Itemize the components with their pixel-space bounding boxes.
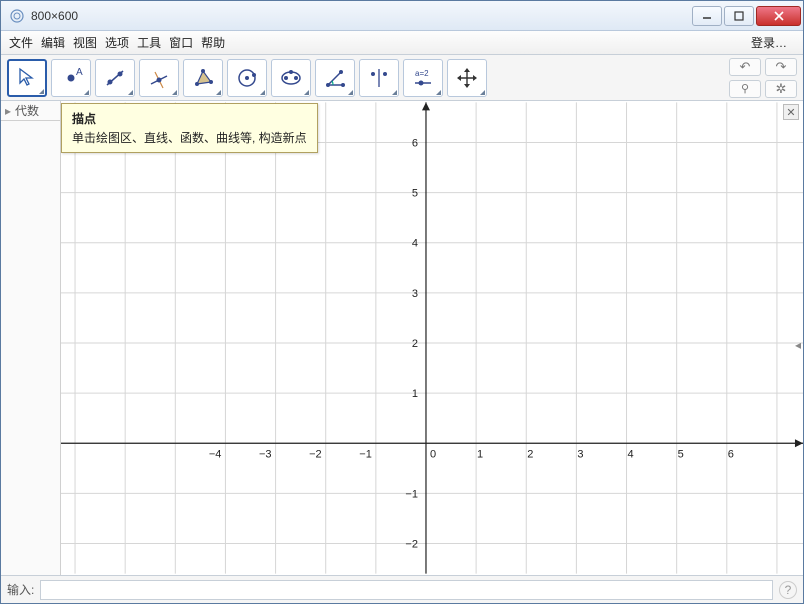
svg-text:A: A <box>76 67 83 78</box>
svg-text:−2: −2 <box>309 448 322 460</box>
maximize-button[interactable] <box>724 6 754 26</box>
svg-text:a=2: a=2 <box>415 69 429 78</box>
tool-slider[interactable]: a=2 <box>403 59 443 97</box>
right-expand-handle[interactable]: ◂ <box>795 338 803 352</box>
menu-help[interactable]: 帮助 <box>201 34 225 51</box>
menu-options[interactable]: 选项 <box>105 34 129 51</box>
svg-text:6: 6 <box>412 137 418 149</box>
svg-text:−3: −3 <box>259 448 272 460</box>
menu-login[interactable]: 登录… <box>751 34 787 51</box>
svg-text:0: 0 <box>430 448 436 460</box>
svg-text:1: 1 <box>477 448 483 460</box>
tool-perpendicular[interactable] <box>139 59 179 97</box>
svg-text:6: 6 <box>728 448 734 460</box>
svg-text:−1: −1 <box>405 488 418 500</box>
svg-text:−1: −1 <box>359 448 372 460</box>
tool-ellipse[interactable] <box>271 59 311 97</box>
app-icon <box>9 8 25 24</box>
minimize-button[interactable] <box>692 6 722 26</box>
input-help-button[interactable]: ? <box>779 581 797 599</box>
menu-view[interactable]: 视图 <box>73 34 97 51</box>
algebra-label: 代数 <box>15 102 39 119</box>
svg-text:4: 4 <box>627 448 633 460</box>
graphics-view[interactable]: 描点 单击绘图区、直线、函数、曲线等, 构造新点 ✕ −4 −3 −2 −1 0 1 2 3 4… <box>61 101 803 575</box>
coordinate-plane[interactable]: −4 −3 −2 −1 0 1 2 3 4 5 6 −2 −1 1 2 3 4 5 6 <box>61 101 803 575</box>
toolbar-right: ↶ ↷ ⚲ ✲ <box>729 58 797 98</box>
tooltip-body: 单击绘图区、直线、函数、曲线等, 构造新点 <box>72 129 307 146</box>
redo-button[interactable]: ↷ <box>765 58 797 76</box>
tool-tooltip: 描点 单击绘图区、直线、函数、曲线等, 构造新点 <box>61 103 318 153</box>
menu-edit[interactable]: 编辑 <box>41 34 65 51</box>
command-input[interactable] <box>40 580 773 600</box>
collapse-icon: ▸ <box>5 104 11 118</box>
content-area: ▸ 代数 描点 单击绘图区、直线、函数、曲线等, 构造新点 ✕ −4 −3 −2 −1… <box>1 101 803 575</box>
svg-text:3: 3 <box>577 448 583 460</box>
svg-text:2: 2 <box>527 448 533 460</box>
algebra-panel: ▸ 代数 <box>1 101 61 575</box>
tool-polygon[interactable] <box>183 59 223 97</box>
algebra-header[interactable]: ▸ 代数 <box>1 101 60 121</box>
svg-text:−2: −2 <box>405 539 418 551</box>
svg-text:2: 2 <box>412 338 418 350</box>
input-label: 输入: <box>7 581 34 598</box>
tooltip-title: 描点 <box>72 110 307 127</box>
tool-move-view[interactable] <box>447 59 487 97</box>
tool-line[interactable] <box>95 59 135 97</box>
tool-move[interactable] <box>7 59 47 97</box>
pin-button[interactable]: ⚲ <box>729 80 761 98</box>
window-title: 800×600 <box>31 9 692 23</box>
undo-button[interactable]: ↶ <box>729 58 761 76</box>
svg-text:1: 1 <box>412 388 418 400</box>
tool-point[interactable]: A <box>51 59 91 97</box>
tool-angle[interactable] <box>315 59 355 97</box>
panel-close-button[interactable]: ✕ <box>783 104 799 120</box>
close-button[interactable] <box>756 6 801 26</box>
titlebar: 800×600 <box>1 1 803 31</box>
menubar: 文件 编辑 视图 选项 工具 窗口 帮助 登录… <box>1 31 803 55</box>
tool-circle[interactable] <box>227 59 267 97</box>
menu-tools[interactable]: 工具 <box>137 34 161 51</box>
menu-file[interactable]: 文件 <box>9 34 33 51</box>
menu-window[interactable]: 窗口 <box>169 34 193 51</box>
app-window: 800×600 文件 编辑 视图 选项 工具 窗口 帮助 登录… A a=2 ↶ <box>0 0 804 604</box>
svg-text:−4: −4 <box>209 448 222 460</box>
input-bar: 输入: ? <box>1 575 803 603</box>
tool-reflect[interactable] <box>359 59 399 97</box>
svg-text:5: 5 <box>678 448 684 460</box>
svg-text:5: 5 <box>412 188 418 200</box>
window-controls <box>692 6 801 26</box>
svg-text:4: 4 <box>412 238 418 250</box>
toolbar: A a=2 ↶ ↷ ⚲ ✲ <box>1 55 803 101</box>
svg-text:3: 3 <box>412 288 418 300</box>
settings-button[interactable]: ✲ <box>765 80 797 98</box>
